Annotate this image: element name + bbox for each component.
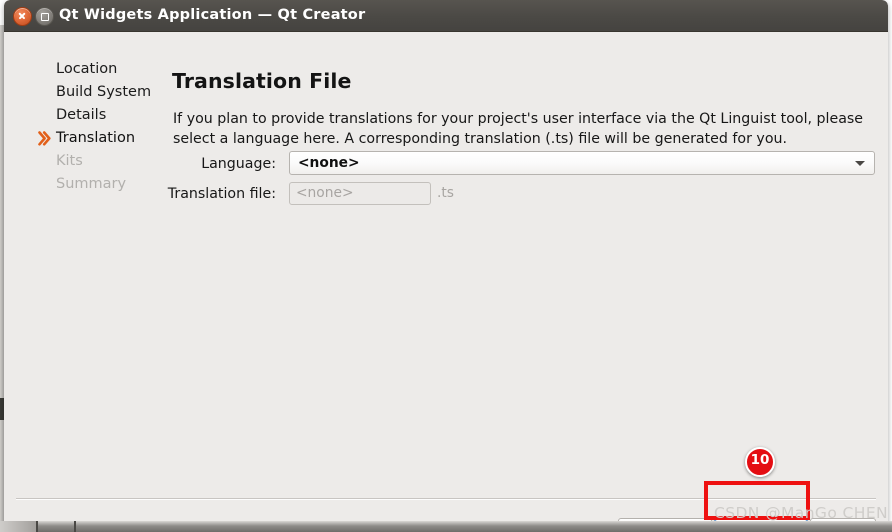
title-bar[interactable]: Qt Widgets Application — Qt Creator (4, 0, 888, 32)
sidebar-item-label: Build System (56, 84, 152, 100)
sidebar-item-details[interactable]: Details (38, 104, 158, 127)
sidebar-item-location[interactable]: Location (38, 58, 158, 81)
application-window: Qt Widgets Application — Qt Creator Loca… (4, 0, 888, 524)
maximize-icon[interactable] (35, 7, 54, 26)
translation-file-value: <none> (296, 185, 354, 201)
chevron-down-icon[interactable] (855, 161, 865, 166)
desktop-bottom-left-edge (0, 521, 36, 532)
desktop-bottom-tick-1 (36, 521, 38, 532)
sidebar-item-label: Location (56, 61, 118, 77)
language-label: Language: (201, 156, 276, 172)
sidebar-item-label: Details (56, 107, 107, 123)
translation-file-label: Translation file: (167, 186, 276, 202)
translation-file-suffix: .ts (437, 185, 454, 201)
language-combobox[interactable]: <none> (289, 151, 875, 175)
sidebar-item-label: Translation (56, 130, 136, 146)
desktop-bottom-edge (0, 521, 892, 532)
sidebar-item-label: Kits (56, 153, 83, 169)
screen: Qt Widgets Application — Qt Creator Loca… (0, 0, 892, 532)
page-description: If you plan to provide translations for … (173, 111, 864, 147)
language-combobox-value: <none> (298, 155, 360, 171)
page-title: Translation File (172, 69, 352, 93)
footer-separator (16, 498, 876, 499)
close-icon[interactable] (13, 7, 32, 26)
desktop-bottom-tick-2 (74, 521, 76, 532)
sidebar-item-build-system[interactable]: Build System (38, 81, 158, 104)
window-title: Qt Widgets Application — Qt Creator (59, 7, 366, 23)
current-step-arrow-icon (38, 131, 52, 146)
annotation-step-badge: 10 (745, 447, 775, 477)
wizard-sidebar: Location Build System Details Translatio… (38, 58, 158, 196)
translation-file-input[interactable]: <none> (289, 182, 431, 205)
sidebar-item-translation[interactable]: Translation (38, 127, 158, 150)
